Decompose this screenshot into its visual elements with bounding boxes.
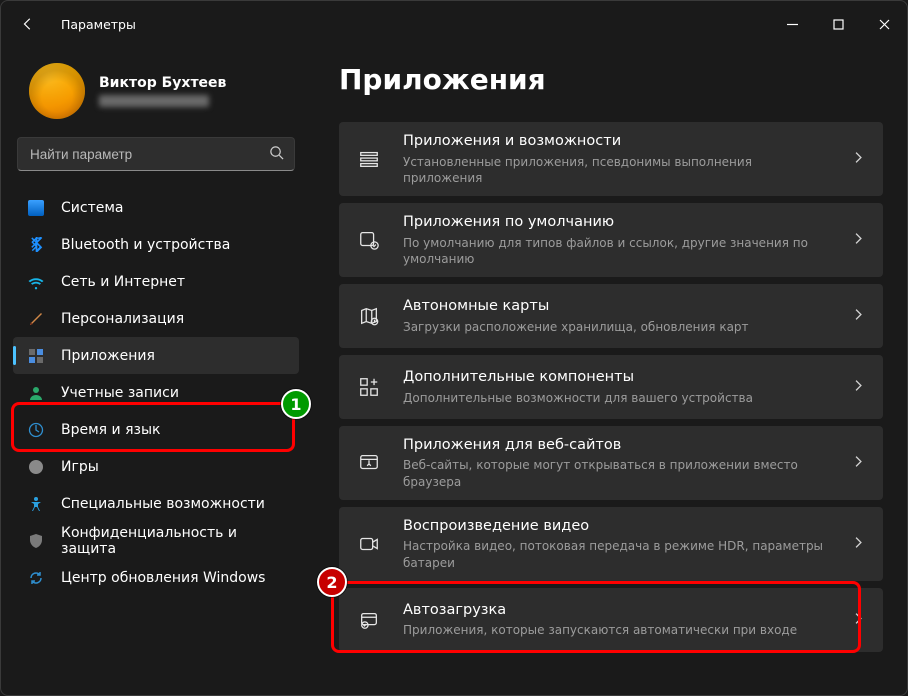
sidebar-item-bluetooth[interactable]: Bluetooth и устройства <box>13 226 299 263</box>
search-input-wrap[interactable] <box>17 137 295 171</box>
sidebar-item-system[interactable]: Система <box>13 189 299 226</box>
tile-offline-maps[interactable]: Автономные карты Загрузки расположение х… <box>339 284 883 348</box>
personalization-icon <box>27 310 45 328</box>
system-icon <box>27 199 45 217</box>
tile-title: Дополнительные компоненты <box>403 368 830 388</box>
chevron-right-icon <box>852 306 865 325</box>
sidebar-item-time-language[interactable]: Время и язык <box>13 411 299 448</box>
user-profile[interactable]: Виктор Бухтеев <box>13 55 299 137</box>
user-name: Виктор Бухтеев <box>99 75 226 91</box>
tile-default-apps[interactable]: Приложения по умолчанию По умолчанию для… <box>339 203 883 277</box>
user-email <box>99 95 209 107</box>
settings-tiles: Приложения и возможности Установленные п… <box>339 122 883 655</box>
default-apps-icon <box>357 228 381 252</box>
tile-startup[interactable]: Автозагрузка Приложения, которые запуска… <box>339 588 883 652</box>
sidebar-item-accessibility[interactable]: Специальные возможности <box>13 485 299 522</box>
tile-subtitle: Дополнительные возможности для вашего ус… <box>403 390 830 406</box>
sidebar-item-label: Учетные записи <box>61 385 179 401</box>
titlebar: Параметры <box>1 1 907 47</box>
offline-maps-icon <box>357 304 381 328</box>
tile-video-playback[interactable]: Воспроизведение видео Настройка видео, п… <box>339 507 883 581</box>
tile-title: Воспроизведение видео <box>403 517 830 537</box>
sidebar-item-label: Игры <box>61 459 99 475</box>
back-button[interactable] <box>9 5 47 43</box>
tile-subtitle: По умолчанию для типов файлов и ссылок, … <box>403 235 830 267</box>
sidebar-item-personalization[interactable]: Персонализация <box>13 300 299 337</box>
privacy-icon <box>27 532 45 550</box>
tile-optional-features[interactable]: Дополнительные компоненты Дополнительные… <box>339 355 883 419</box>
sidebar-item-label: Центр обновления Windows <box>61 570 265 586</box>
sidebar-item-label: Система <box>61 200 123 216</box>
sidebar-item-apps[interactable]: Приложения <box>13 337 299 374</box>
sidebar-item-label: Bluetooth и устройства <box>61 237 230 253</box>
tile-subtitle: Установленные приложения, псевдонимы вып… <box>403 154 830 186</box>
sidebar-item-label: Специальные возможности <box>61 496 265 512</box>
windows-update-icon <box>27 569 45 587</box>
avatar <box>29 63 85 119</box>
accessibility-icon <box>27 495 45 513</box>
tile-title: Приложения по умолчанию <box>403 213 830 233</box>
close-button[interactable] <box>861 7 907 41</box>
sidebar-nav: Система Bluetooth и устройства Сеть и Ин… <box>13 189 299 596</box>
tile-title: Приложения и возможности <box>403 132 830 152</box>
sidebar: Виктор Бухтеев Система <box>1 47 311 695</box>
window-title: Параметры <box>61 17 136 32</box>
apps-features-icon <box>357 147 381 171</box>
chevron-right-icon <box>852 453 865 472</box>
sidebar-item-label: Конфиденциальность и защита <box>61 525 289 557</box>
tile-subtitle: Загрузки расположение хранилища, обновле… <box>403 319 830 335</box>
minimize-button[interactable] <box>769 7 815 41</box>
tile-subtitle: Приложения, которые запускаются автомати… <box>403 622 830 638</box>
chevron-right-icon <box>852 610 865 629</box>
sidebar-item-gaming[interactable]: Игры <box>13 448 299 485</box>
sidebar-item-network[interactable]: Сеть и Интернет <box>13 263 299 300</box>
maximize-button[interactable] <box>815 7 861 41</box>
main-content: Приложения Приложения и возможности Уста… <box>311 47 907 695</box>
sidebar-item-label: Сеть и Интернет <box>61 274 185 290</box>
sidebar-item-windows-update[interactable]: Центр обновления Windows <box>13 559 299 596</box>
sidebar-item-label: Приложения <box>61 348 155 364</box>
sidebar-item-label: Время и язык <box>61 422 160 438</box>
tile-title: Приложения для веб-сайтов <box>403 436 830 456</box>
chevron-right-icon <box>852 230 865 249</box>
tile-title: Автозагрузка <box>403 601 830 621</box>
chevron-right-icon <box>852 534 865 553</box>
network-icon <box>27 273 45 291</box>
time-language-icon <box>27 421 45 439</box>
tile-subtitle: Веб-сайты, которые могут открываться в п… <box>403 457 830 489</box>
sidebar-item-label: Персонализация <box>61 311 184 327</box>
tile-apps-features[interactable]: Приложения и возможности Установленные п… <box>339 122 883 196</box>
apps-websites-icon <box>357 451 381 475</box>
tile-apps-websites[interactable]: Приложения для веб-сайтов Веб-сайты, кот… <box>339 426 883 500</box>
chevron-right-icon <box>852 377 865 396</box>
apps-icon <box>27 347 45 365</box>
chevron-right-icon <box>852 149 865 168</box>
bluetooth-icon <box>27 236 45 254</box>
video-playback-icon <box>357 532 381 556</box>
startup-icon <box>357 608 381 632</box>
search-input[interactable] <box>28 146 269 163</box>
search-icon <box>269 145 284 164</box>
optional-features-icon <box>357 375 381 399</box>
tile-title: Автономные карты <box>403 297 830 317</box>
page-title: Приложения <box>339 63 883 96</box>
gaming-icon <box>27 458 45 476</box>
sidebar-item-privacy[interactable]: Конфиденциальность и защита <box>13 522 299 559</box>
tile-subtitle: Настройка видео, потоковая передача в ре… <box>403 538 830 570</box>
accounts-icon <box>27 384 45 402</box>
sidebar-item-accounts[interactable]: Учетные записи <box>13 374 299 411</box>
